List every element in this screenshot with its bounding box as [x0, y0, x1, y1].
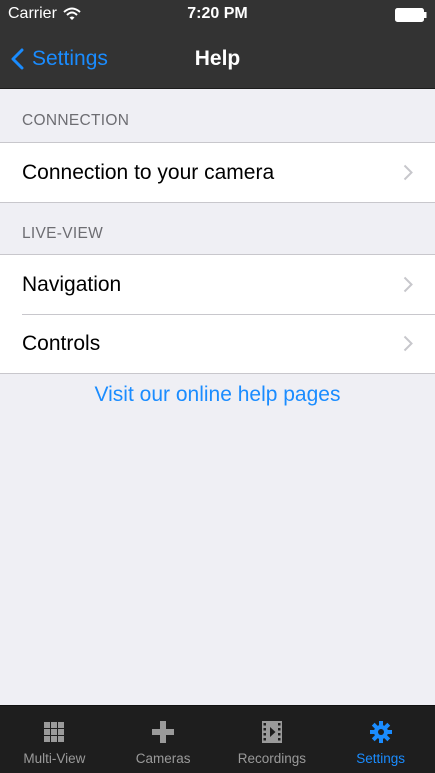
- back-chevron-icon: [11, 48, 24, 70]
- row-label: Controls: [22, 331, 101, 355]
- film-icon: [261, 721, 282, 743]
- tab-recordings[interactable]: Recordings: [218, 706, 327, 773]
- row-label: Navigation: [22, 272, 122, 296]
- help-screen: Carrier 7:20 PM Help Settings CONNECTION: [0, 0, 435, 773]
- help-content: CONNECTION Connection to your camera LIV…: [0, 89, 435, 407]
- chevron-right-icon: [403, 276, 413, 293]
- row-label: Connection to your camera: [22, 160, 275, 184]
- live-view-group: Navigation Controls: [0, 254, 435, 374]
- row-controls[interactable]: Controls: [0, 314, 435, 373]
- tab-label: Settings: [356, 751, 406, 766]
- tab-multi-view[interactable]: Multi-View: [0, 706, 109, 773]
- chevron-right-icon: [403, 335, 413, 352]
- connection-group: Connection to your camera: [0, 142, 435, 203]
- back-button-label: Settings: [32, 47, 108, 70]
- tab-cameras[interactable]: Cameras: [109, 706, 218, 773]
- section-header-connection: CONNECTION: [22, 112, 130, 129]
- tab-bar: Multi-View Cameras Recordings Settings: [0, 705, 435, 773]
- chevron-right-icon: [403, 164, 413, 181]
- tab-label: Cameras: [135, 751, 191, 766]
- tab-settings[interactable]: Settings: [326, 706, 435, 773]
- back-button[interactable]: Settings: [10, 30, 108, 88]
- navigation-bar: Help Settings: [0, 30, 435, 89]
- row-connection-to-camera[interactable]: Connection to your camera: [0, 143, 435, 202]
- section-header-live-view: LIVE-VIEW: [22, 225, 104, 242]
- plus-icon: [152, 721, 175, 743]
- tab-label: Multi-View: [23, 751, 86, 766]
- online-help-link[interactable]: Visit our online help pages: [0, 383, 435, 407]
- status-bar: Carrier 7:20 PM: [0, 0, 435, 30]
- gear-icon: [369, 721, 392, 743]
- battery-icon: [395, 8, 427, 22]
- row-navigation[interactable]: Navigation: [0, 255, 435, 314]
- grid-icon: [44, 722, 65, 742]
- status-time: 7:20 PM: [187, 5, 248, 22]
- tab-label: Recordings: [237, 751, 307, 766]
